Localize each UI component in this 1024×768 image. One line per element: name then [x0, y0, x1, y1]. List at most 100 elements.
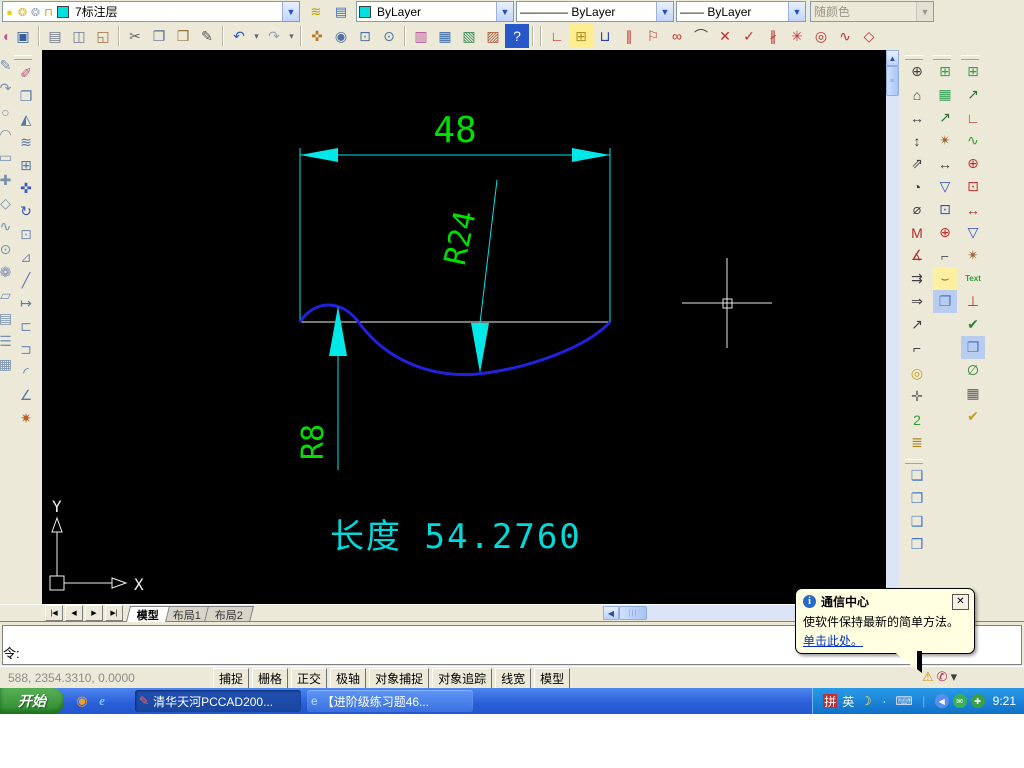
clipped-draw-icon[interactable]: ▦ [0, 353, 12, 376]
status-warning-icon[interactable]: ⚠ [922, 669, 934, 685]
rotate-icon[interactable]: ↻ [14, 200, 38, 223]
paste-icon[interactable]: ❒ [171, 24, 195, 48]
dim-vertical-icon[interactable]: ↕ [905, 129, 929, 152]
color-combo[interactable]: ByLayer ▼ [356, 1, 514, 22]
dim-aligned-icon[interactable]: ⇗ [905, 152, 929, 175]
print-icon[interactable]: ▤ [43, 24, 67, 48]
ime-moon-icon[interactable]: ☽ [859, 694, 873, 708]
draworder2-icon[interactable]: ❐ [961, 336, 985, 359]
tab-nav-prev[interactable]: ◀ [65, 605, 83, 621]
offset-icon[interactable]: ≋ [14, 131, 38, 154]
clipped-draw-icon[interactable]: ◠ [0, 123, 12, 146]
wizard2-icon[interactable]: ✴ [961, 244, 985, 267]
chamfer-icon[interactable]: ∠ [14, 384, 38, 407]
approve-icon[interactable]: ✔ [961, 405, 985, 428]
layer-combo[interactable]: ● ❂ ❂ ⊓ 7标注层 ▼ [2, 1, 300, 22]
ime-mspy-icon[interactable]: 拼 [823, 694, 838, 709]
viewport-icon[interactable]: ⊞ [961, 60, 985, 83]
center-mark-icon[interactable]: ◎ [905, 362, 929, 385]
explode-icon[interactable]: ✷ [14, 407, 38, 430]
zoom-window-icon[interactable]: ⊡ [353, 24, 377, 48]
chevron-down-icon[interactable]: ▼ [788, 2, 805, 21]
pccad-star-icon[interactable]: ✳ [785, 24, 809, 48]
toggle-polar[interactable]: 极轴 [330, 667, 367, 689]
axis-icon[interactable]: ∟ [961, 106, 985, 129]
tray-messenger-icon[interactable]: ✉ [952, 694, 967, 708]
xclip-icon[interactable]: ∅ [961, 359, 985, 382]
quicklaunch-media-icon[interactable]: ◉ [72, 690, 92, 712]
dim-angular-icon[interactable]: ∡ [905, 244, 929, 267]
publish-icon[interactable]: ◱ [91, 24, 115, 48]
ime-dot-icon[interactable]: · [877, 694, 891, 708]
pccad-diamond-icon[interactable]: ◇ [857, 24, 881, 48]
redo-dropdown-icon[interactable]: ▾ [286, 24, 297, 48]
pccad-target-icon[interactable]: ◎ [809, 24, 833, 48]
open-file-icon[interactable]: ◖ [0, 24, 11, 48]
toggle-ortho[interactable]: 正交 [291, 667, 328, 689]
vertical-scroll-thumb[interactable]: ≡ [886, 66, 899, 96]
pan-icon[interactable]: ✜ [305, 24, 329, 48]
wizard-icon[interactable]: ✴ [933, 129, 957, 152]
toggle-osnap[interactable]: 对象捕捉 [369, 667, 430, 689]
linetype-combo[interactable]: ———— ByLayer ▼ [516, 1, 674, 22]
erase-icon[interactable]: ✐ [14, 62, 38, 85]
status-menu-arrow-icon[interactable]: ▾ [951, 669, 958, 685]
clipped-draw-icon[interactable]: ✎ [0, 54, 11, 77]
cut-icon[interactable]: ✂ [123, 24, 147, 48]
save-icon[interactable]: ▣ [11, 24, 35, 48]
redo-icon[interactable]: ↷ [262, 24, 286, 48]
viewport-named-icon[interactable]: ▦ [933, 83, 957, 106]
pccad-chain-icon[interactable]: ∞ [665, 24, 689, 48]
match-properties-icon[interactable]: ✎ [195, 24, 219, 48]
layer-states-button[interactable]: ▤ [328, 1, 354, 23]
close-icon[interactable]: ✕ [952, 593, 969, 610]
clipped-draw-icon[interactable]: ▤ [0, 307, 12, 330]
dim-continue-icon[interactable]: ⇒ [905, 290, 929, 313]
tray-chevron-icon[interactable]: ◀ [934, 694, 949, 708]
vertical-scrollbar[interactable]: ▲ ≡ ▼ [886, 50, 899, 606]
clipped-draw-icon[interactable]: ◇ [0, 192, 11, 215]
partial-dim-icon[interactable]: 2 [905, 408, 929, 431]
leader-3-icon[interactable]: ↗ [933, 106, 957, 129]
surface-finish2-icon[interactable]: ▽ [961, 221, 985, 244]
table-icon[interactable]: ▦ [961, 382, 985, 405]
clipped-draw-icon[interactable]: ☰ [0, 330, 12, 353]
tab-nav-next[interactable]: ▶ [85, 605, 103, 621]
dim-style-manager-icon[interactable]: ≣ [905, 431, 929, 454]
tab-layout2[interactable]: 布局2 [204, 606, 255, 622]
fillet-icon[interactable]: ◜ [14, 361, 38, 384]
center-cross-icon[interactable]: ⊕ [933, 221, 957, 244]
chevron-down-icon[interactable]: ▼ [496, 2, 513, 21]
dim-radius-icon[interactable]: ◔ [905, 175, 929, 198]
scroll-left-icon[interactable]: ◀ [603, 606, 619, 620]
dim-style-home-icon[interactable]: ⌂ [905, 83, 929, 106]
lineweight-combo[interactable]: —— ByLayer ▼ [676, 1, 806, 22]
scroll-up-icon[interactable]: ▲ [886, 50, 899, 66]
pccad-axis-icon[interactable]: ∟ [545, 24, 569, 48]
balloon-link[interactable]: 单击此处。 [796, 630, 974, 651]
pccad-doubleline-icon[interactable]: ∦ [761, 24, 785, 48]
pccad-table-icon[interactable]: ⊞ [569, 24, 593, 48]
properties-palette-icon[interactable]: ▥ [409, 24, 433, 48]
horizontal-scroll-thumb[interactable]: ||| [619, 606, 647, 620]
clipped-draw-icon[interactable]: ○ [0, 100, 11, 123]
break-icon[interactable]: ⊐ [14, 338, 38, 361]
dim-center-icon[interactable]: ⊕ [905, 60, 929, 83]
drawing-canvas[interactable]: 48 R24 R8 长度 54.2760 Y X [42, 50, 886, 604]
dim-ordinate-icon[interactable]: ⌐ [905, 336, 929, 359]
array-icon[interactable]: ⊞ [14, 154, 38, 177]
ime-keyboard-icon[interactable]: ⌨ [895, 694, 912, 708]
help-icon[interactable]: ? [505, 24, 529, 48]
toggle-otrack[interactable]: 对象追踪 [432, 667, 493, 689]
dim-diameter-icon[interactable]: ⌀ [905, 198, 929, 221]
tab-nav-last[interactable]: ▶| [105, 605, 123, 621]
undo-icon[interactable]: ↶ [227, 24, 251, 48]
communication-center-icon[interactable]: ✆ [937, 669, 948, 685]
dim-horizontal2-icon[interactable]: ↔ [961, 198, 985, 221]
toggle-snap[interactable]: 捕捉 [213, 667, 250, 689]
copy-clip-icon[interactable]: ❐ [147, 24, 171, 48]
layer-manager-button[interactable]: ≋ [303, 1, 329, 23]
datum-box-icon[interactable]: ⊡ [933, 198, 957, 221]
draworder-icon[interactable]: ❐ [933, 290, 957, 313]
chevron-down-icon[interactable]: ▼ [282, 2, 299, 21]
